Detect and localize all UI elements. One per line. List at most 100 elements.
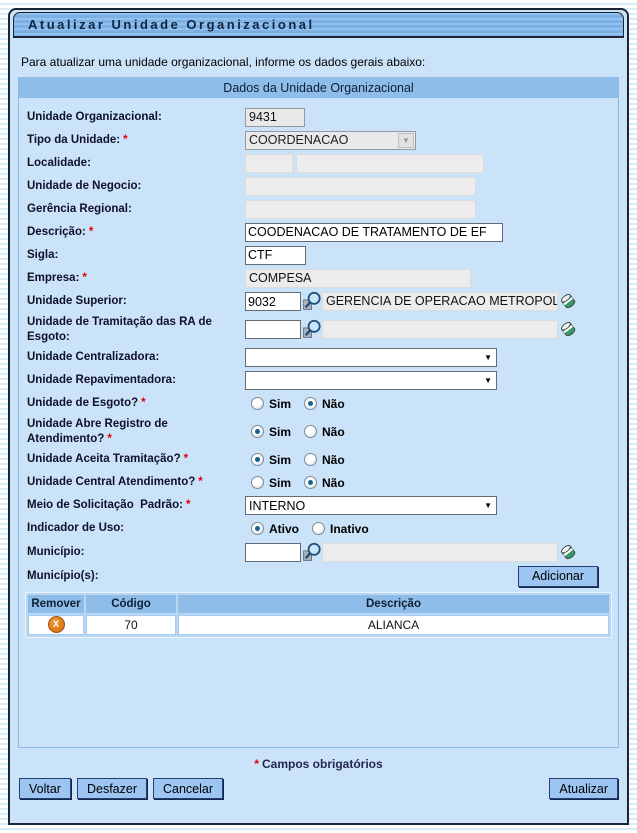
radio-option-inativo[interactable]: Inativo bbox=[312, 522, 369, 536]
required-asterisk: * bbox=[254, 757, 259, 771]
unidade-repavimentadora-select[interactable]: ▼ bbox=[245, 371, 497, 390]
radio-button-icon[interactable] bbox=[251, 453, 264, 466]
radio-button-icon[interactable] bbox=[251, 476, 264, 489]
form-row-sigla: Sigla: bbox=[27, 245, 610, 265]
header-remover: Remover bbox=[28, 595, 84, 613]
chevron-down-icon[interactable]: ▼ bbox=[484, 377, 492, 385]
radio-option-nao[interactable]: Não bbox=[304, 397, 345, 411]
municipios-list-label: Município(s): bbox=[27, 570, 99, 582]
form-row-empresa: Empresa:* COMPESA bbox=[27, 268, 610, 288]
required-asterisk: * bbox=[198, 476, 202, 488]
search-icon[interactable] bbox=[301, 319, 322, 340]
radio-option-nao[interactable]: Não bbox=[304, 453, 345, 467]
form: Unidade Organizacional: 9431 Tipo da Uni… bbox=[19, 98, 618, 590]
unidade-esgoto-label: Unidade de Esgoto? bbox=[27, 397, 138, 409]
header-descricao: Descrição bbox=[178, 595, 609, 613]
form-row-tramitacao-ra-esgoto: Unidade de Tramitação das RA de Esgoto: bbox=[27, 315, 610, 345]
municipios-table-container: Remover Código Descrição X 70 ALIANCA bbox=[25, 592, 612, 638]
unidade-repavimentadora-label: Unidade Repavimentadora: bbox=[27, 374, 176, 386]
form-row-unidade-repavimentadora: Unidade Repavimentadora: ▼ bbox=[27, 371, 610, 391]
eraser-icon[interactable] bbox=[558, 542, 579, 563]
required-asterisk: * bbox=[184, 453, 188, 465]
empresa-label: Empresa: bbox=[27, 272, 79, 284]
unidade-superior-label: Unidade Superior: bbox=[27, 295, 127, 307]
page-title: Atualizar Unidade Organizacional bbox=[28, 17, 315, 32]
radio-option-sim[interactable]: Sim bbox=[251, 453, 291, 467]
footer-buttons: Voltar Desfazer Cancelar Atualizar bbox=[19, 778, 618, 799]
municipio-code-input[interactable] bbox=[245, 543, 301, 562]
search-icon[interactable] bbox=[301, 542, 322, 563]
search-icon[interactable] bbox=[301, 291, 322, 312]
required-asterisk: * bbox=[82, 272, 86, 284]
unidade-centralizadora-label: Unidade Centralizadora: bbox=[27, 351, 159, 363]
eraser-icon[interactable] bbox=[558, 319, 579, 340]
form-row-aceita-tramitacao: Unidade Aceita Tramitação?* Sim Não bbox=[27, 450, 610, 470]
radio-button-icon[interactable] bbox=[251, 425, 264, 438]
unidade-superior-name-field: GERENCIA DE OPERACAO METROPOLIT bbox=[322, 292, 558, 311]
meio-solicitacao-label: Meio de Solicitação Padrão: bbox=[27, 499, 183, 511]
form-row-municipios-list: Município(s): Adicionar bbox=[27, 566, 610, 587]
radio-option-ativo[interactable]: Ativo bbox=[251, 522, 299, 536]
chevron-down-icon[interactable]: ▼ bbox=[484, 354, 492, 362]
form-row-unidade-organizacional: Unidade Organizacional: 9431 bbox=[27, 107, 610, 127]
form-row-indicador-uso: Indicador de Uso: Ativo Inativo bbox=[27, 519, 610, 539]
required-asterisk: * bbox=[123, 134, 127, 146]
codigo-cell: 70 bbox=[86, 615, 176, 635]
localidade-name-field bbox=[296, 154, 484, 173]
required-fields-note: *Campos obrigatórios bbox=[13, 757, 624, 771]
form-row-unidade-centralizadora: Unidade Centralizadora: ▼ bbox=[27, 348, 610, 368]
form-row-meio-solicitacao: Meio de Solicitação Padrão:* INTERNO ▼ bbox=[27, 496, 610, 516]
radio-option-sim[interactable]: Sim bbox=[251, 425, 291, 439]
radio-button-icon[interactable] bbox=[251, 397, 264, 410]
remove-icon[interactable]: X bbox=[48, 616, 65, 633]
tipo-unidade-label: Tipo da Unidade: bbox=[27, 134, 120, 146]
tramitacao-ra-esgoto-label: Unidade de Tramitação das RA de Esgoto: bbox=[27, 316, 215, 343]
unidade-organizacional-field: 9431 bbox=[245, 108, 305, 127]
atualizar-button[interactable]: Atualizar bbox=[549, 778, 618, 799]
abre-registro-label: Unidade Abre Registro de Atendimento? bbox=[27, 418, 171, 445]
sigla-label: Sigla: bbox=[27, 249, 58, 261]
chevron-down-icon[interactable]: ▼ bbox=[484, 502, 492, 510]
cancelar-button[interactable]: Cancelar bbox=[153, 778, 223, 799]
descricao-input[interactable] bbox=[245, 223, 503, 242]
municipio-label: Município: bbox=[27, 546, 85, 558]
voltar-button[interactable]: Voltar bbox=[19, 778, 71, 799]
tramitacao-name-field bbox=[322, 320, 558, 339]
form-row-unidade-esgoto: Unidade de Esgoto?* Sim Não bbox=[27, 394, 610, 414]
required-asterisk: * bbox=[186, 499, 190, 511]
radio-option-nao[interactable]: Não bbox=[304, 476, 345, 490]
form-row-abre-registro: Unidade Abre Registro de Atendimento?* S… bbox=[27, 417, 610, 447]
radio-option-sim[interactable]: Sim bbox=[251, 476, 291, 490]
radio-button-icon[interactable] bbox=[304, 425, 317, 438]
chevron-down-icon: ▼ bbox=[398, 133, 414, 148]
tramitacao-code-input[interactable] bbox=[245, 320, 301, 339]
table-header-row: Remover Código Descrição bbox=[28, 595, 609, 613]
desfazer-button[interactable]: Desfazer bbox=[77, 778, 147, 799]
table-row: X 70 ALIANCA bbox=[28, 615, 609, 635]
required-asterisk: * bbox=[141, 397, 145, 409]
adicionar-button[interactable]: Adicionar bbox=[518, 566, 598, 587]
radio-button-icon[interactable] bbox=[304, 476, 317, 489]
tipo-unidade-select: COORDENACAO ▼ bbox=[245, 131, 416, 150]
sigla-input[interactable] bbox=[245, 246, 306, 265]
descricao-cell: ALIANCA bbox=[178, 615, 609, 635]
radio-button-icon[interactable] bbox=[304, 397, 317, 410]
radio-option-sim[interactable]: Sim bbox=[251, 397, 291, 411]
dados-unidade-panel: Dados da Unidade Organizacional Unidade … bbox=[18, 77, 619, 748]
form-row-municipio: Município: bbox=[27, 542, 610, 563]
radio-button-icon[interactable] bbox=[304, 453, 317, 466]
central-atendimento-label: Unidade Central Atendimento? bbox=[27, 476, 195, 488]
radio-button-icon[interactable] bbox=[251, 522, 264, 535]
meio-solicitacao-select[interactable]: INTERNO ▼ bbox=[245, 496, 497, 515]
descricao-label: Descrição: bbox=[27, 226, 86, 238]
unidade-centralizadora-select[interactable]: ▼ bbox=[245, 348, 497, 367]
unidade-organizacional-label: Unidade Organizacional: bbox=[27, 111, 162, 123]
form-row-unidade-superior: Unidade Superior: GERENCIA DE OPERACAO M… bbox=[27, 291, 610, 312]
radio-button-icon[interactable] bbox=[312, 522, 325, 535]
radio-option-nao[interactable]: Não bbox=[304, 425, 345, 439]
form-row-gerencia-regional: Gerência Regional: bbox=[27, 199, 610, 219]
required-asterisk: * bbox=[89, 226, 93, 238]
header-codigo: Código bbox=[86, 595, 176, 613]
unidade-superior-code-input[interactable] bbox=[245, 292, 301, 311]
eraser-icon[interactable] bbox=[558, 291, 579, 312]
